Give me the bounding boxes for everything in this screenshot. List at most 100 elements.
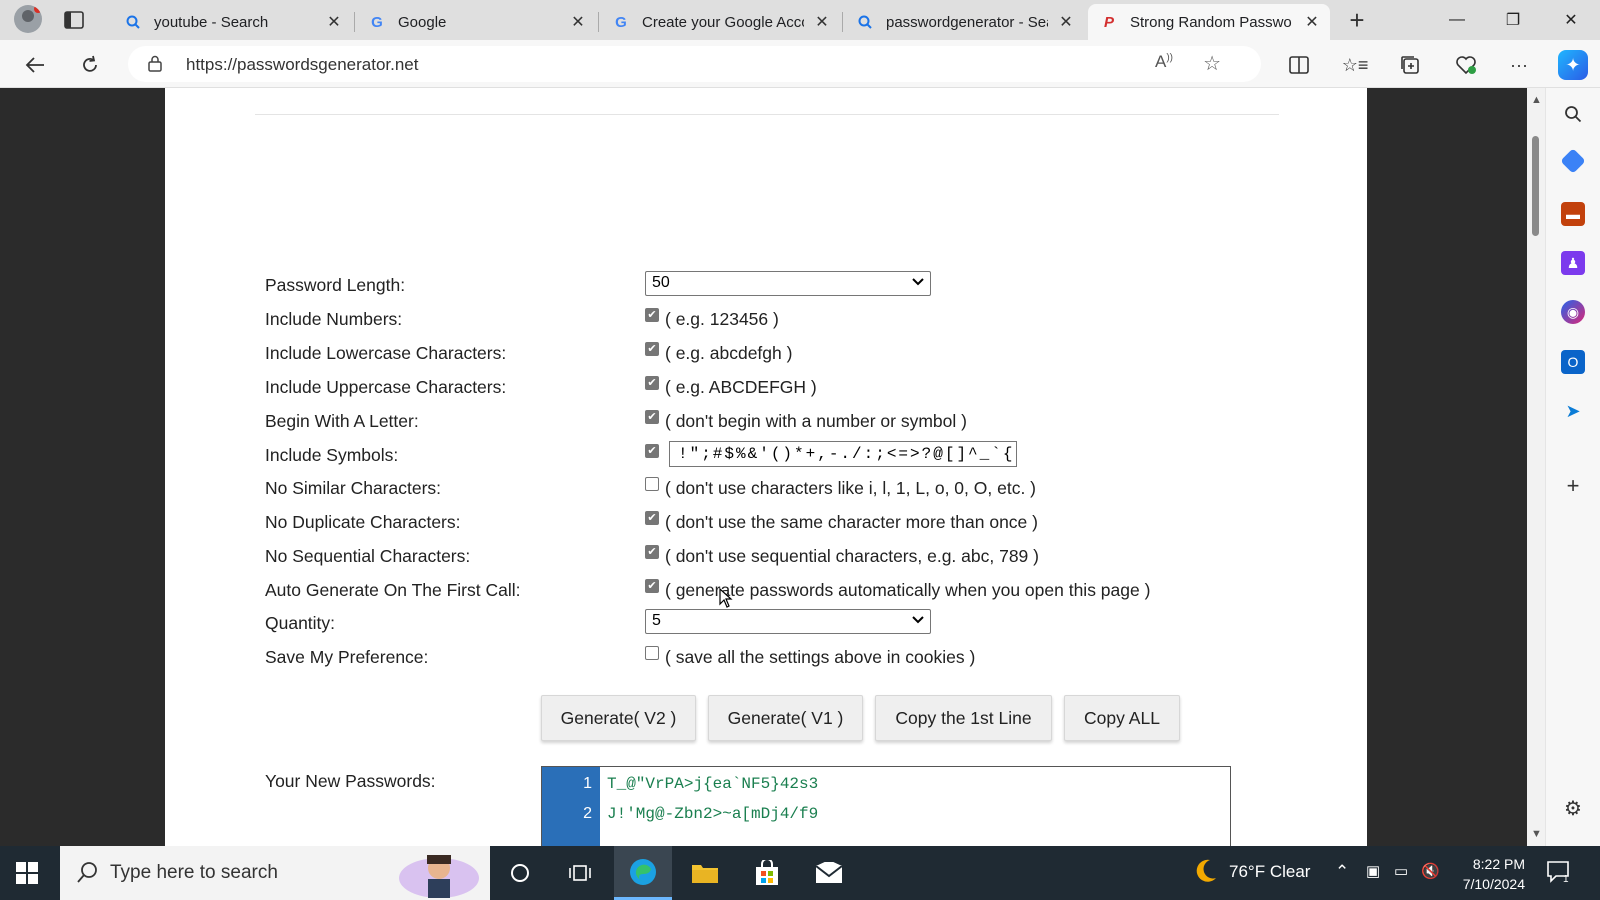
line-number: 1 xyxy=(583,775,592,792)
symbols-input[interactable]: !";#$%&'()*+,-./:;<=>?@[]^_`{|}~ xyxy=(669,441,1017,467)
include-lowercase-checkbox[interactable] xyxy=(645,342,659,356)
scroll-down-icon[interactable]: ▼ xyxy=(1531,828,1542,840)
tab-passwordgenerator-search[interactable]: passwordgenerator - Sea ✕ xyxy=(844,4,1084,40)
auto-generate-checkbox[interactable] xyxy=(645,579,659,593)
no-sequential-label: No Sequential Characters: xyxy=(265,546,471,566)
begin-with-letter-row: Begin With A Letter: ( don't begin with … xyxy=(265,407,1265,435)
close-tab-icon[interactable]: ✕ xyxy=(812,12,832,32)
edge-taskbar-icon[interactable] xyxy=(614,846,672,900)
passwords-output[interactable]: 1 T_@"VrPA>j{ea`NF5}42s3 2 J!'Mg@-Zbn2>~… xyxy=(541,766,1231,846)
include-uppercase-checkbox[interactable] xyxy=(645,376,659,390)
save-preference-row: Save My Preference: ( save all the setti… xyxy=(265,643,1265,671)
shopping-tag-icon[interactable] xyxy=(1560,148,1586,174)
settings-gear-icon[interactable]: ⚙ xyxy=(1561,796,1585,820)
split-screen-icon[interactable] xyxy=(1286,52,1312,78)
include-symbols-checkbox[interactable] xyxy=(645,444,659,458)
quantity-row: Quantity: 5 xyxy=(265,609,1265,637)
search-icon xyxy=(77,861,99,888)
notification-dot xyxy=(34,5,42,13)
notification-center-icon[interactable]: 1 xyxy=(1546,860,1572,889)
add-icon[interactable]: + xyxy=(1561,473,1585,498)
no-duplicate-checkbox[interactable] xyxy=(645,511,659,525)
close-tab-icon[interactable]: ✕ xyxy=(568,12,588,32)
copy-all-button[interactable]: Copy ALL xyxy=(1064,695,1180,741)
meet-now-icon[interactable]: ▣ xyxy=(1366,862,1380,880)
password-line[interactable]: 1 T_@"VrPA>j{ea`NF5}42s3 xyxy=(542,769,1230,799)
favorites-icon[interactable]: ☆≡ xyxy=(1342,52,1369,78)
system-clock[interactable]: 8:22 PM 7/10/2024 xyxy=(1445,854,1525,894)
close-tab-icon[interactable]: ✕ xyxy=(1056,12,1076,32)
quantity-select[interactable]: 5 xyxy=(645,609,931,634)
weather-text[interactable]: 76°F Clear xyxy=(1229,862,1310,882)
generate-v1-button[interactable]: Generate( V1 ) xyxy=(708,695,863,741)
tab-actions-icon[interactable] xyxy=(62,8,86,32)
address-bar[interactable]: https://passwordsgenerator.net A)) ☆ xyxy=(128,46,1261,82)
read-aloud-icon[interactable]: A)) xyxy=(1155,52,1173,72)
save-preference-checkbox[interactable] xyxy=(645,646,659,660)
chevron-down-icon xyxy=(912,274,924,289)
no-similar-checkbox[interactable] xyxy=(645,477,659,491)
page-scrollbar[interactable]: ▲ ▼ xyxy=(1527,88,1545,846)
close-tab-icon[interactable]: ✕ xyxy=(324,12,344,32)
tools-briefcase-icon[interactable]: ▬ xyxy=(1561,202,1585,226)
password-line[interactable]: 2 J!'Mg@-Zbn2>~a[mDj4/f9 xyxy=(542,799,1230,829)
windows-start-icon[interactable] xyxy=(16,862,38,889)
begin-with-letter-checkbox[interactable] xyxy=(645,410,659,424)
clock-date: 7/10/2024 xyxy=(1462,876,1525,892)
restore-button[interactable]: ❐ xyxy=(1490,2,1536,38)
cortana-icon[interactable] xyxy=(491,846,549,900)
password-length-select[interactable]: 50 xyxy=(645,271,931,296)
microsoft-store-icon[interactable] xyxy=(738,846,796,900)
passwordsgenerator-icon: P xyxy=(1103,13,1114,31)
copilot-icon[interactable]: ✦ xyxy=(1558,50,1588,80)
lock-icon[interactable] xyxy=(148,55,162,77)
taskbar-search-box[interactable]: Type here to search xyxy=(60,846,490,900)
new-tab-button[interactable]: + xyxy=(1343,5,1371,35)
include-numbers-row: Include Numbers: ( e.g. 123456 ) xyxy=(265,305,1265,333)
search-highlight-illustration xyxy=(394,848,484,898)
quantity-value: 5 xyxy=(652,612,661,629)
back-icon[interactable] xyxy=(20,50,50,80)
scrollbar-thumb[interactable] xyxy=(1532,136,1539,236)
tab-title: passwordgenerator - Sea xyxy=(886,13,1048,31)
password-text[interactable]: T_@"VrPA>j{ea`NF5}42s3 xyxy=(607,775,818,793)
more-options-icon[interactable]: ··· xyxy=(1506,52,1532,78)
refresh-icon[interactable] xyxy=(75,50,105,80)
task-view-icon[interactable] xyxy=(551,846,609,900)
generate-v2-button[interactable]: Generate( V2 ) xyxy=(541,695,696,741)
weather-icon[interactable] xyxy=(1190,856,1220,891)
volume-muted-icon[interactable]: 🔇 xyxy=(1421,862,1440,880)
profile-avatar[interactable] xyxy=(14,5,42,33)
include-lowercase-label: Include Lowercase Characters: xyxy=(265,343,507,363)
send-icon[interactable]: ➤ xyxy=(1561,399,1585,423)
close-window-button[interactable]: ✕ xyxy=(1548,2,1594,38)
close-tab-icon[interactable]: ✕ xyxy=(1302,12,1322,32)
microsoft-365-icon[interactable]: ◉ xyxy=(1561,300,1585,324)
auto-generate-label: Auto Generate On The First Call: xyxy=(265,580,521,600)
mail-icon[interactable] xyxy=(800,846,858,900)
no-sequential-checkbox[interactable] xyxy=(645,545,659,559)
include-numbers-label: Include Numbers: xyxy=(265,309,403,329)
browser-essentials-icon[interactable] xyxy=(1453,52,1479,78)
tab-title: Google xyxy=(398,13,447,31)
network-icon[interactable]: ▭ xyxy=(1394,862,1408,880)
copy-first-line-button[interactable]: Copy the 1st Line xyxy=(875,695,1052,741)
outlook-icon[interactable]: O xyxy=(1561,350,1585,374)
search-icon[interactable] xyxy=(1561,102,1585,126)
tab-create-google-account[interactable]: G Create your Google Acco ✕ xyxy=(600,4,840,40)
include-numbers-checkbox[interactable] xyxy=(645,308,659,322)
password-text[interactable]: J!'Mg@-Zbn2>~a[mDj4/f9 xyxy=(607,805,818,823)
tab-youtube-search[interactable]: youtube - Search ✕ xyxy=(112,4,352,40)
favorite-star-icon[interactable]: ☆ xyxy=(1203,51,1221,76)
tab-google[interactable]: G Google ✕ xyxy=(356,4,596,40)
show-hidden-icons-chevron[interactable]: ⌃ xyxy=(1335,862,1349,882)
no-sequential-desc: ( don't use sequential characters, e.g. … xyxy=(665,546,1039,566)
collections-icon[interactable] xyxy=(1397,52,1423,78)
games-icon[interactable]: ♟ xyxy=(1561,251,1585,275)
tab-strong-random-password[interactable]: P Strong Random Passwor ✕ xyxy=(1088,4,1330,40)
begin-with-letter-desc: ( don't begin with a number or symbol ) xyxy=(665,411,967,431)
file-explorer-icon[interactable] xyxy=(676,846,734,900)
chevron-down-icon xyxy=(912,612,924,627)
minimize-button[interactable]: — xyxy=(1434,2,1480,38)
scroll-up-icon[interactable]: ▲ xyxy=(1531,94,1542,106)
